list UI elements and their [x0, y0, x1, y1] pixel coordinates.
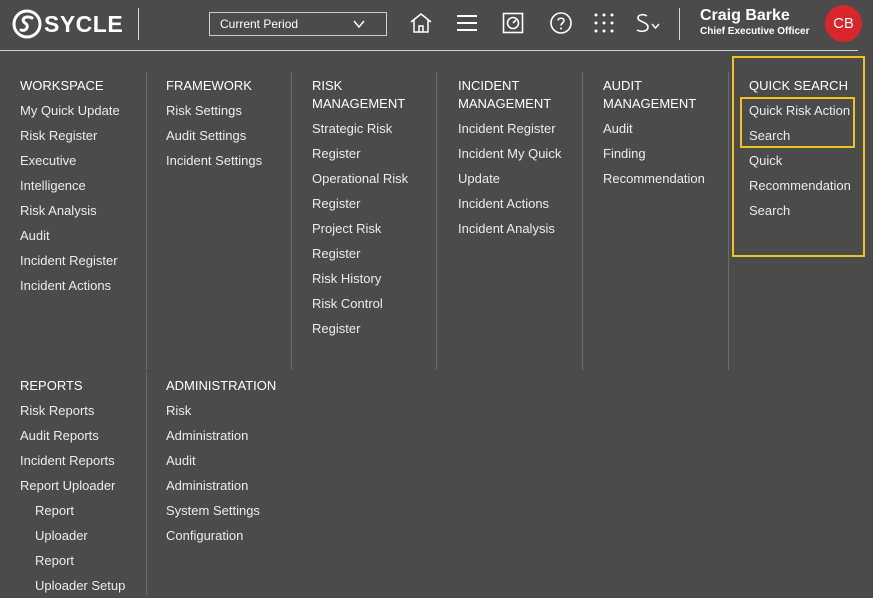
menu-item[interactable]: Search	[749, 123, 851, 148]
menu-item[interactable]: Audit	[20, 223, 120, 248]
menu-item[interactable]: Register	[312, 241, 408, 266]
menu-item[interactable]: Audit	[603, 116, 705, 141]
menu-item[interactable]: Report Uploader	[20, 473, 125, 498]
menu-item[interactable]: Incident Register	[20, 248, 120, 273]
menu-item[interactable]: Administration	[166, 423, 276, 448]
menu-item[interactable]: Administration	[166, 473, 276, 498]
menu-item[interactable]: System Settings	[166, 498, 276, 523]
user-role: Chief Executive Officer	[700, 26, 810, 37]
header-divider	[679, 8, 680, 40]
menu-item[interactable]: Project Risk	[312, 216, 408, 241]
menu-item[interactable]: Register	[312, 141, 408, 166]
menu-section-administration: ADMINISTRATION Risk Administration Audit…	[166, 377, 276, 548]
menu-item[interactable]: Register	[312, 191, 408, 216]
column-divider	[146, 372, 147, 595]
app-grid-icon[interactable]	[591, 10, 617, 36]
column-divider	[728, 72, 729, 370]
column-divider	[436, 72, 437, 370]
section-heading: AUDIT	[603, 78, 642, 93]
menu-item[interactable]: Audit Reports	[20, 423, 125, 448]
menu-item[interactable]: Configuration	[166, 523, 276, 548]
section-heading: FRAMEWORK	[166, 78, 252, 93]
header-divider	[138, 8, 139, 40]
avatar[interactable]: CB	[825, 5, 862, 42]
section-heading: WORKSPACE	[20, 78, 104, 93]
menu-item[interactable]: Risk Register	[20, 123, 120, 148]
switcher-icon[interactable]	[633, 10, 663, 36]
menu-section-reports: REPORTS Risk Reports Audit Reports Incid…	[20, 377, 125, 598]
submenu-item[interactable]: Uploader	[20, 523, 125, 548]
submenu-item[interactable]: Report	[20, 498, 125, 523]
submenu-item[interactable]: Uploader Setup	[20, 573, 125, 598]
menu-item[interactable]: Quick	[749, 148, 851, 173]
section-heading: MANAGEMENT	[312, 96, 406, 111]
help-icon[interactable]	[548, 10, 574, 36]
period-select-label: Current Period	[220, 17, 299, 31]
menu-item[interactable]: Incident Analysis	[458, 216, 561, 241]
sycle-logo[interactable]: SYCLE	[12, 9, 123, 39]
menu-item[interactable]: Recommendation	[749, 173, 851, 198]
menu-item[interactable]: Operational Risk	[312, 166, 408, 191]
menu-item[interactable]: Audit	[166, 448, 276, 473]
home-icon[interactable]	[408, 10, 434, 36]
menu-item[interactable]: Incident Reports	[20, 448, 125, 473]
section-heading: ADMINISTRATION	[166, 378, 277, 393]
menu-item[interactable]: Update	[458, 166, 561, 191]
menu-section-workspace: WORKSPACE My Quick Update Risk Register …	[20, 77, 120, 298]
logo-text: SYCLE	[44, 10, 124, 37]
menu-item[interactable]: Incident My Quick	[458, 141, 561, 166]
menu-item[interactable]: Risk Analysis	[20, 198, 120, 223]
menu-item[interactable]: Incident Settings	[166, 148, 262, 173]
menu-item[interactable]: Recommendation	[603, 166, 705, 191]
column-divider	[291, 72, 292, 370]
menu-item[interactable]: Incident Actions	[458, 191, 561, 216]
menu-item[interactable]: Risk Reports	[20, 398, 125, 423]
menu-item[interactable]: Search	[749, 198, 851, 223]
section-heading: RISK	[312, 78, 343, 93]
dashboard-icon[interactable]	[500, 10, 526, 36]
menu-item[interactable]: Incident Register	[458, 116, 561, 141]
section-heading: REPORTS	[20, 378, 83, 393]
hamburger-menu-icon[interactable]	[454, 10, 480, 36]
section-heading: QUICK SEARCH	[749, 78, 848, 93]
menu-item[interactable]: Strategic Risk	[312, 116, 408, 141]
submenu-item[interactable]: Report	[20, 548, 125, 573]
menu-section-framework: FRAMEWORK Risk Settings Audit Settings I…	[166, 77, 262, 173]
section-heading: MANAGEMENT	[458, 96, 552, 111]
menu-item[interactable]: Finding	[603, 141, 705, 166]
user-name[interactable]: Craig Barke	[700, 7, 790, 25]
top-header: SYCLE Current Period Craig Barke Chief E…	[0, 0, 873, 50]
chevron-down-icon	[352, 17, 366, 34]
menu-item[interactable]: Intelligence	[20, 173, 120, 198]
header-divider-line	[0, 50, 858, 51]
menu-item[interactable]: Quick Risk Action	[749, 98, 851, 123]
menu-item[interactable]: Executive	[20, 148, 120, 173]
menu-item[interactable]: Risk	[166, 398, 276, 423]
menu-section-quick-search: QUICK SEARCH Quick Risk Action Search Qu…	[749, 77, 851, 223]
section-heading: INCIDENT	[458, 78, 520, 93]
menu-item[interactable]: Risk Control	[312, 291, 408, 316]
menu-item[interactable]: Audit Settings	[166, 123, 262, 148]
menu-section-risk-management: RISK MANAGEMENT Strategic Risk Register …	[312, 77, 408, 341]
menu-item[interactable]: My Quick Update	[20, 98, 120, 123]
column-divider	[582, 72, 583, 370]
menu-item[interactable]: Incident Actions	[20, 273, 120, 298]
section-heading: MANAGEMENT	[603, 96, 697, 111]
menu-item[interactable]: Risk Settings	[166, 98, 262, 123]
menu-section-incident-management: INCIDENT MANAGEMENT Incident Register In…	[458, 77, 561, 241]
menu-item[interactable]: Register	[312, 316, 408, 341]
column-divider	[146, 72, 147, 370]
menu-section-audit-management: AUDIT MANAGEMENT Audit Finding Recommend…	[603, 77, 705, 191]
menu-item[interactable]: Risk History	[312, 266, 408, 291]
period-select[interactable]: Current Period	[209, 12, 387, 36]
sycle-logo-icon	[12, 9, 42, 39]
